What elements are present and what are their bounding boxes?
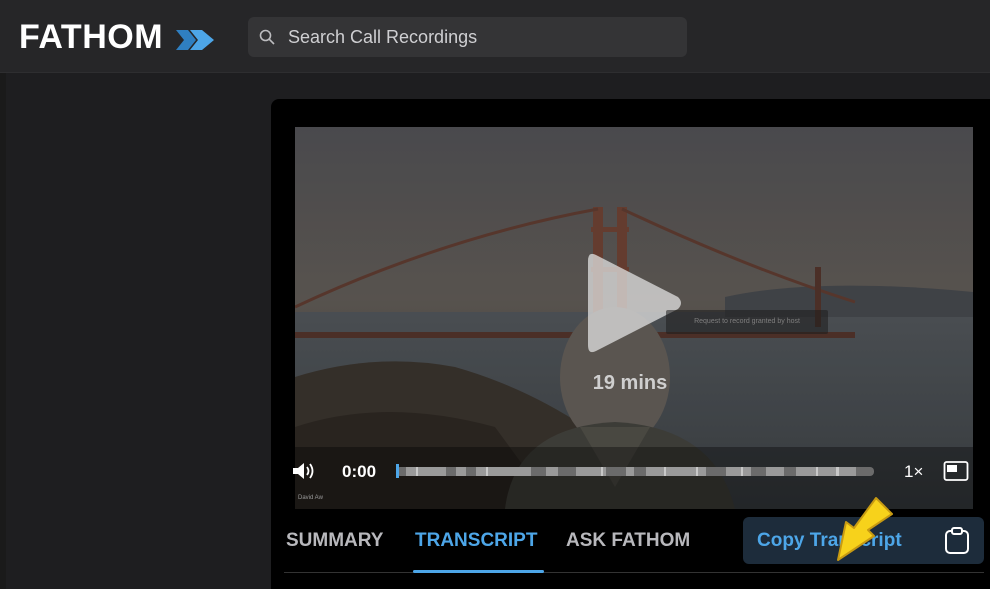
search-box[interactable]: [248, 17, 687, 57]
speed-control[interactable]: 1×: [904, 462, 923, 482]
tab-transcript[interactable]: TRANSCRIPT: [415, 530, 537, 552]
pointer-arrow-icon: [837, 497, 893, 561]
camera-label: David Aw: [298, 495, 323, 501]
search-icon: [259, 29, 275, 45]
fathom-logo-icon[interactable]: [174, 27, 216, 53]
progress-bar[interactable]: [396, 464, 874, 478]
volume-icon[interactable]: [292, 460, 318, 482]
duration-label: 19 mins: [592, 372, 668, 394]
pip-icon[interactable]: [943, 460, 969, 482]
current-time: 0:00: [342, 462, 377, 481]
play-icon[interactable]: [586, 249, 684, 357]
search-input[interactable]: [288, 17, 668, 57]
clipboard-icon: [945, 527, 969, 554]
logo-text[interactable]: FATHOM: [19, 17, 163, 57]
progress-handle: [396, 464, 399, 478]
top-bar: FATHOM: [0, 0, 990, 73]
tab-ask-fathom[interactable]: ASK FATHOM: [566, 530, 690, 552]
left-panel: [0, 73, 6, 589]
record-notice: Request to record granted by host: [666, 310, 828, 334]
active-tab-indicator: [413, 570, 544, 573]
tab-summary[interactable]: SUMMARY: [286, 530, 383, 552]
tabs-divider: [284, 572, 984, 573]
